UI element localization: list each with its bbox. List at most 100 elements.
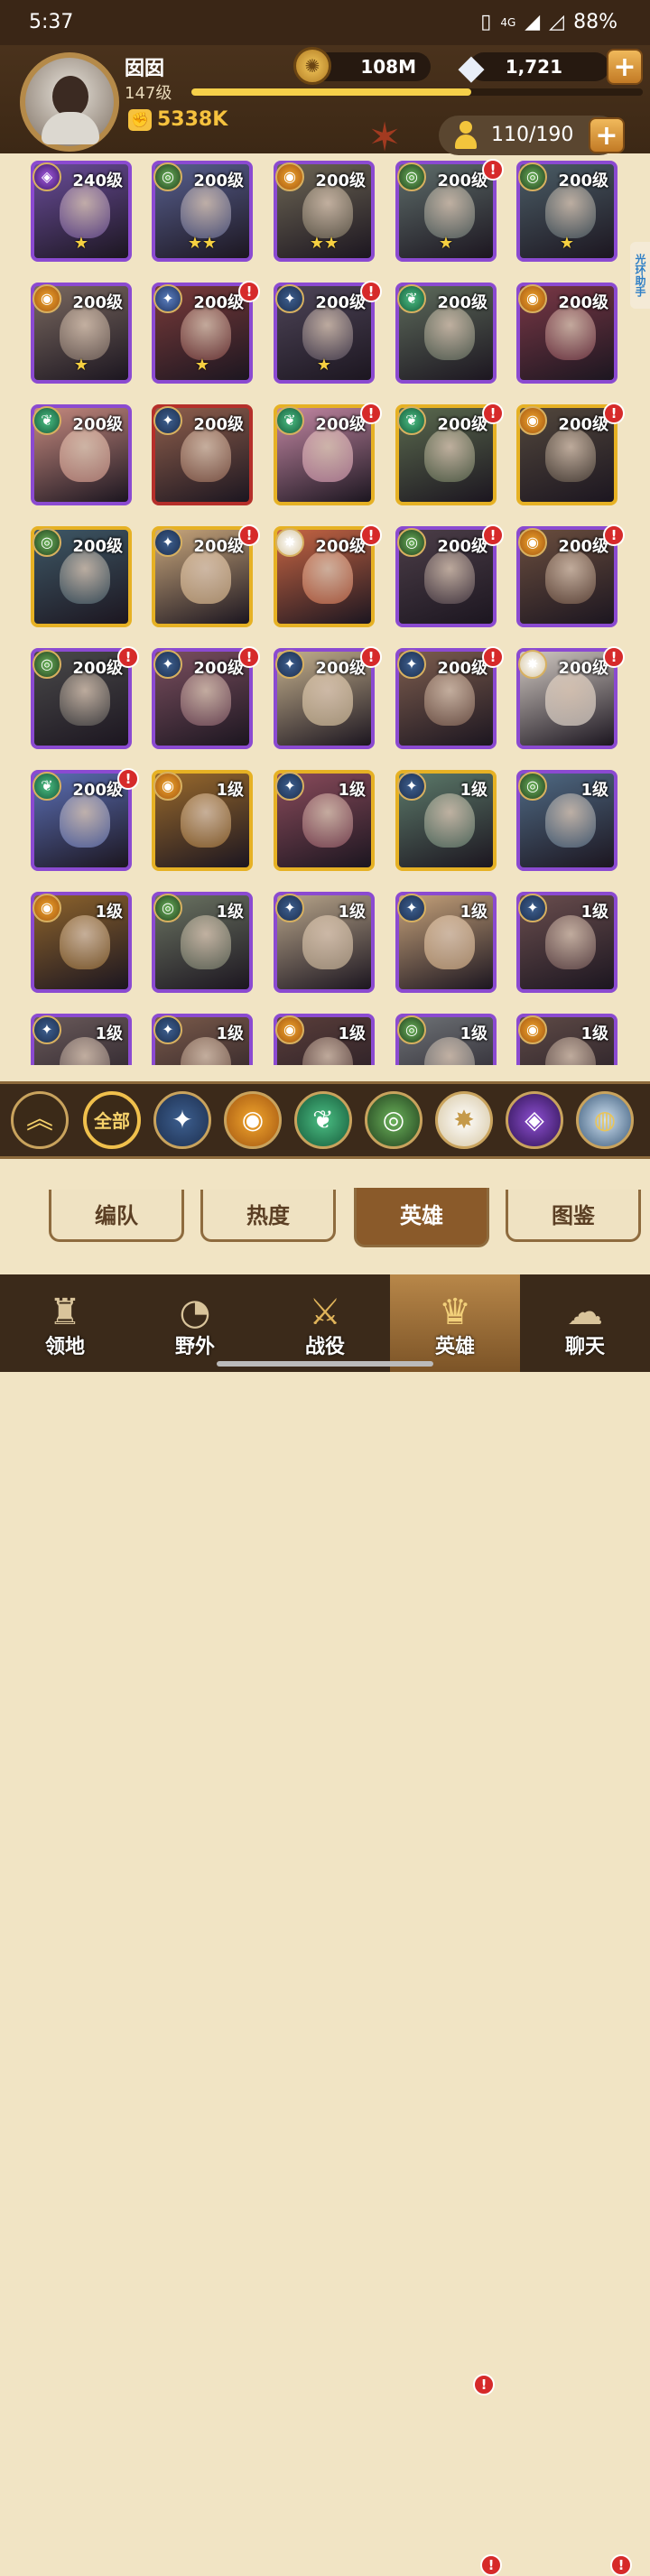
hero-level: 240级 [72,171,123,190]
nav-campaign[interactable]: ⚔ 战役 [260,1274,390,1372]
hero-alert-icon: ! [238,524,260,546]
faction-star-icon: ✦ [397,650,426,679]
hero-portrait [424,915,475,969]
hero-portrait [60,793,110,848]
faction-leaf-icon: ❦ [32,406,61,435]
faction-light-icon: ✸ [275,528,304,557]
tab-heroes[interactable]: 英雄 [354,1188,489,1247]
gem-value: 1,721 [505,56,562,78]
filter-dimension-faction-icon[interactable]: ◍ [576,1091,634,1149]
faction-light-icon: ✸ [518,650,547,679]
hero-level: 200级 [193,293,244,312]
diamond-icon: ◆ [458,47,485,87]
hero-tabs: 编队 热度 英雄 ! 图鉴 [0,1173,650,2395]
hero-portrait [545,306,596,360]
hero-portrait [545,672,596,726]
nav-wilderness[interactable]: ◔ 野外 [130,1274,260,1372]
hero-level: 1级 [95,1024,123,1043]
hero-alert-icon: ! [482,159,504,181]
faction-eye-icon: ◎ [397,528,426,557]
faction-leaf-icon: ❦ [275,406,304,435]
side-helper-tab[interactable]: 光环助手 [630,242,650,309]
fist-icon: ✊ [128,108,152,131]
hero-level: 200级 [315,293,366,312]
tab-formation[interactable]: 编队 [49,1190,184,1242]
hero-portrait [302,550,353,604]
hero-portrait [181,793,231,848]
filter-shadow-faction-icon[interactable]: ◈ [506,1091,563,1149]
faction-star-icon: ✦ [153,528,182,557]
signal-icon: ◢ [525,11,541,33]
hero-portrait [302,428,353,482]
filter-eye-faction-icon[interactable]: ◎ [365,1091,422,1149]
hero-level: 200级 [558,537,608,556]
faction-star-icon: ✦ [518,894,547,922]
filter-all-button[interactable]: 全部 [83,1091,141,1149]
hero-level: 200级 [315,171,366,190]
faction-sun-icon: ◉ [275,162,304,191]
faction-leaf-icon: ❦ [397,406,426,435]
faction-eye-icon: ◎ [518,772,547,801]
tab-popularity[interactable]: 热度 [200,1190,336,1242]
hero-alert-icon: ! [482,524,504,546]
faction-sun-icon: ◉ [518,1015,547,1044]
hero-level: 200级 [437,293,488,312]
hero-portrait [424,550,475,604]
faction-sun-icon: ◉ [518,528,547,557]
hero-portrait [424,672,475,726]
filter-leaf-faction-icon[interactable]: ❦ [294,1091,352,1149]
nav-chat[interactable]: ☁ 聊天 [520,1274,650,1372]
nav-chat-label: 聊天 [564,1336,605,1358]
faction-eye-icon: ◎ [397,1015,426,1044]
nav-territory[interactable]: ♜ 领地 [0,1274,130,1372]
add-gems-button[interactable]: + [607,49,643,85]
hero-alert-icon: ! [117,768,139,790]
filter-star-faction-icon[interactable]: ✦ [153,1091,211,1149]
avatar[interactable] [20,52,119,152]
hero-portrait [302,915,353,969]
faction-eye-icon: ◎ [153,894,182,922]
hero-portrait [545,793,596,848]
status-icons: ▯ 4G ◢ ◿ 88% [480,11,618,33]
tab-heroes-alert-icon: ! [473,2374,495,2395]
hero-emblem-icon[interactable]: ✶ [357,110,413,166]
hero-portrait [181,550,231,604]
hero-portrait [545,915,596,969]
faction-eye-icon: ◎ [32,650,61,679]
hero-portrait [60,915,110,969]
hero-level: 200级 [72,293,123,312]
hero-alert-icon: ! [603,403,625,424]
network-label: 4G [500,15,516,29]
hero-alert-icon: ! [238,646,260,668]
faction-clock-icon: ✦ [153,284,182,313]
faction-star-icon: ✦ [275,650,304,679]
hero-level: 200级 [437,171,488,190]
hero-portrait [545,428,596,482]
faction-star-icon: ✦ [275,772,304,801]
filter-sun-faction-icon[interactable]: ◉ [224,1091,282,1149]
filter-light-faction-icon[interactable]: ✸ [435,1091,493,1149]
faction-eye-icon: ◎ [518,162,547,191]
signal-empty-icon: ◿ [549,11,565,33]
nav-heroes[interactable]: ♛ 英雄 [390,1274,520,1372]
hero-level: 1级 [460,903,488,922]
collapse-filter-button[interactable]: ︽ [11,1091,69,1149]
nav-wilderness-label: 野外 [174,1336,215,1358]
hero-stars: ★ [73,234,89,253]
hero-portrait [60,306,110,360]
expand-roster-button[interactable]: + [589,117,625,153]
hero-level: 200级 [72,659,123,678]
hero-level: 200级 [437,659,488,678]
faction-leaf-icon: ❦ [397,284,426,313]
hero-level: 1级 [95,903,123,922]
hero-level: 1级 [580,1024,608,1043]
faction-star-icon: ✦ [32,1015,61,1044]
hero-level: 1级 [216,781,244,800]
roster-count: 110/190 [491,124,574,146]
hero-level: 200级 [193,659,244,678]
hero-level: 200级 [437,537,488,556]
hero-stars: ★ [559,234,575,253]
tab-codex[interactable]: 图鉴 [506,1190,641,1242]
hero-level: 200级 [315,537,366,556]
status-time: 5:37 [29,11,74,33]
